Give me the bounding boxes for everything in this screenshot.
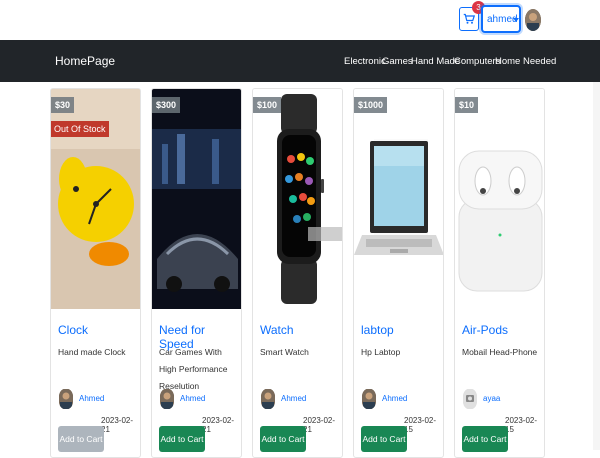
product-description: Smart Watch (260, 347, 309, 357)
product-date: 2023-02-15 (404, 416, 437, 434)
page-scrollbar-track[interactable] (593, 82, 600, 450)
product-date: 2023-02-15 (505, 416, 538, 434)
nav-link-computers[interactable]: Computers (454, 56, 500, 67)
owner-avatar (59, 389, 73, 409)
nav-link-hand-made[interactable]: Hand Made (411, 56, 460, 67)
owner-link[interactable]: Ahmed (382, 394, 407, 403)
owner-link[interactable]: Ahmed (281, 394, 306, 403)
owner-link[interactable]: ayaa (483, 394, 500, 403)
product-card: $100 Watch Smart Watch Ahmed 2023-02-21 … (252, 88, 343, 458)
product-title-link[interactable]: Air-Pods (462, 323, 508, 337)
airpods-image[interactable] (455, 89, 544, 309)
watch-image[interactable] (253, 89, 342, 309)
price-badge: $1000 (354, 97, 388, 113)
product-title-link[interactable]: labtop (361, 323, 394, 337)
owner-avatar (160, 389, 174, 409)
product-card: $10 Air-Pods Mobail Head-Phone ayaa 2023… (454, 88, 545, 458)
owner-avatar (362, 389, 376, 409)
product-card: $30 Out Of Stock Clock Hand made Clock A… (50, 88, 141, 458)
cart-icon (463, 13, 475, 24)
add-to-cart-button[interactable]: Add to Cart (58, 426, 104, 452)
price-badge: $10 (455, 97, 479, 113)
caret-down-icon (513, 18, 519, 22)
price-badge: $30 (51, 97, 75, 113)
owner-link[interactable]: Ahmed (180, 394, 205, 403)
laptop-image[interactable] (354, 89, 443, 309)
nav-link-home-needed[interactable]: Home Needed (495, 56, 556, 67)
product-description: Hand made Clock (58, 347, 126, 357)
user-avatar[interactable] (525, 9, 541, 31)
owner-avatar (261, 389, 275, 409)
brand-link[interactable]: HomePage (55, 54, 115, 68)
top-bar: 3 ahmed (0, 0, 600, 40)
product-date: 2023-02-21 (202, 416, 235, 434)
game-image[interactable] (152, 89, 241, 309)
out-of-stock-badge: Out Of Stock (51, 121, 109, 137)
product-description: Mobail Head-Phone (462, 347, 538, 357)
product-title-link[interactable]: Watch (260, 323, 294, 337)
price-badge: $100 (253, 97, 282, 113)
product-title-link[interactable]: Clock (58, 323, 88, 337)
product-card: $1000 labtop Hp Labtop Ahmed 2023-02-15 … (353, 88, 444, 458)
add-to-cart-button[interactable]: Add to Cart (159, 426, 205, 452)
product-date: 2023-02-21 (101, 416, 134, 434)
main-navbar: HomePage Electronic Games Hand Made Comp… (0, 40, 600, 82)
owner-avatar (463, 389, 477, 409)
nav-link-electronic[interactable]: Electronic (344, 56, 386, 67)
price-badge: $300 (152, 97, 181, 113)
product-description: Hp Labtop (361, 347, 401, 357)
product-description: Car Games With High Performance Reseluti… (159, 347, 228, 391)
owner-link[interactable]: Ahmed (79, 394, 104, 403)
add-to-cart-button[interactable]: Add to Cart (462, 426, 508, 452)
product-card: $300 Need for Speed Car Games With High … (151, 88, 242, 458)
add-to-cart-button[interactable]: Add to Cart (361, 426, 407, 452)
nav-link-games[interactable]: Games (382, 56, 413, 67)
product-date: 2023-02-21 (303, 416, 336, 434)
user-dropdown-button[interactable]: ahmed (481, 5, 521, 33)
add-to-cart-button[interactable]: Add to Cart (260, 426, 306, 452)
